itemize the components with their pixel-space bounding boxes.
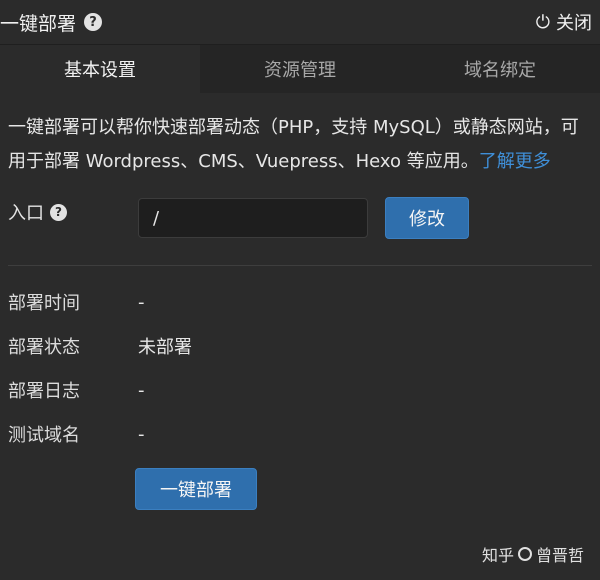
info-value: - (138, 423, 145, 445)
close-label: 关闭 (556, 13, 592, 34)
one-click-deploy-button[interactable]: 一键部署 (135, 468, 257, 510)
power-icon: ⏻ (535, 11, 550, 33)
help-icon[interactable]: ? (84, 13, 103, 31)
tab-basic-settings[interactable]: 基本设置 (0, 45, 200, 93)
divider (8, 265, 592, 266)
description: 一键部署可以帮你快速部署动态（PHP，支持 MySQL）或静态网站，可用于部署 … (8, 111, 592, 179)
tab-resource-management[interactable]: 资源管理 (200, 45, 400, 93)
info-label: 部署时间 (8, 293, 80, 314)
entry-row: 入口 ? 修改 (8, 195, 592, 241)
entry-help-icon[interactable]: ? (50, 203, 67, 221)
info-label: 测试域名 (8, 425, 80, 446)
watermark: 知乎 曾晋哲 (482, 542, 584, 566)
entry-label: 入口 ? (8, 199, 138, 225)
info-row-test-domain: 测试域名 - (8, 412, 592, 456)
info-label: 部署状态 (8, 337, 80, 358)
entry-path-input[interactable] (138, 198, 368, 238)
entry-label-text: 入口 (8, 203, 44, 224)
title-bar: 一键部署 ? ⏻ 关闭 (0, 0, 600, 45)
info-value: - (138, 379, 145, 401)
tab-domain-binding[interactable]: 域名绑定 (400, 45, 600, 93)
info-value: - (138, 291, 145, 313)
panel-title-text: 一键部署 (0, 12, 77, 35)
panel-title: 一键部署 ? (0, 9, 103, 36)
info-label: 部署日志 (8, 381, 80, 402)
tab-content: 一键部署可以帮你快速部署动态（PHP，支持 MySQL）或静态网站，可用于部署 … (0, 93, 600, 510)
info-value: 未部署 (138, 337, 192, 358)
tab-bar: 基本设置 资源管理 域名绑定 (0, 45, 600, 93)
info-row-deploy-time: 部署时间 - (8, 280, 592, 324)
info-row-deploy-log: 部署日志 - (8, 368, 592, 412)
modify-button[interactable]: 修改 (385, 197, 469, 239)
watermark-author: 曾晋哲 (535, 546, 584, 565)
at-icon (517, 547, 532, 561)
info-row-deploy-status: 部署状态 未部署 (8, 324, 592, 368)
close-button[interactable]: ⏻ 关闭 (536, 9, 592, 35)
learn-more-link[interactable]: 了解更多 (479, 151, 551, 172)
watermark-site: 知乎 (481, 546, 514, 565)
